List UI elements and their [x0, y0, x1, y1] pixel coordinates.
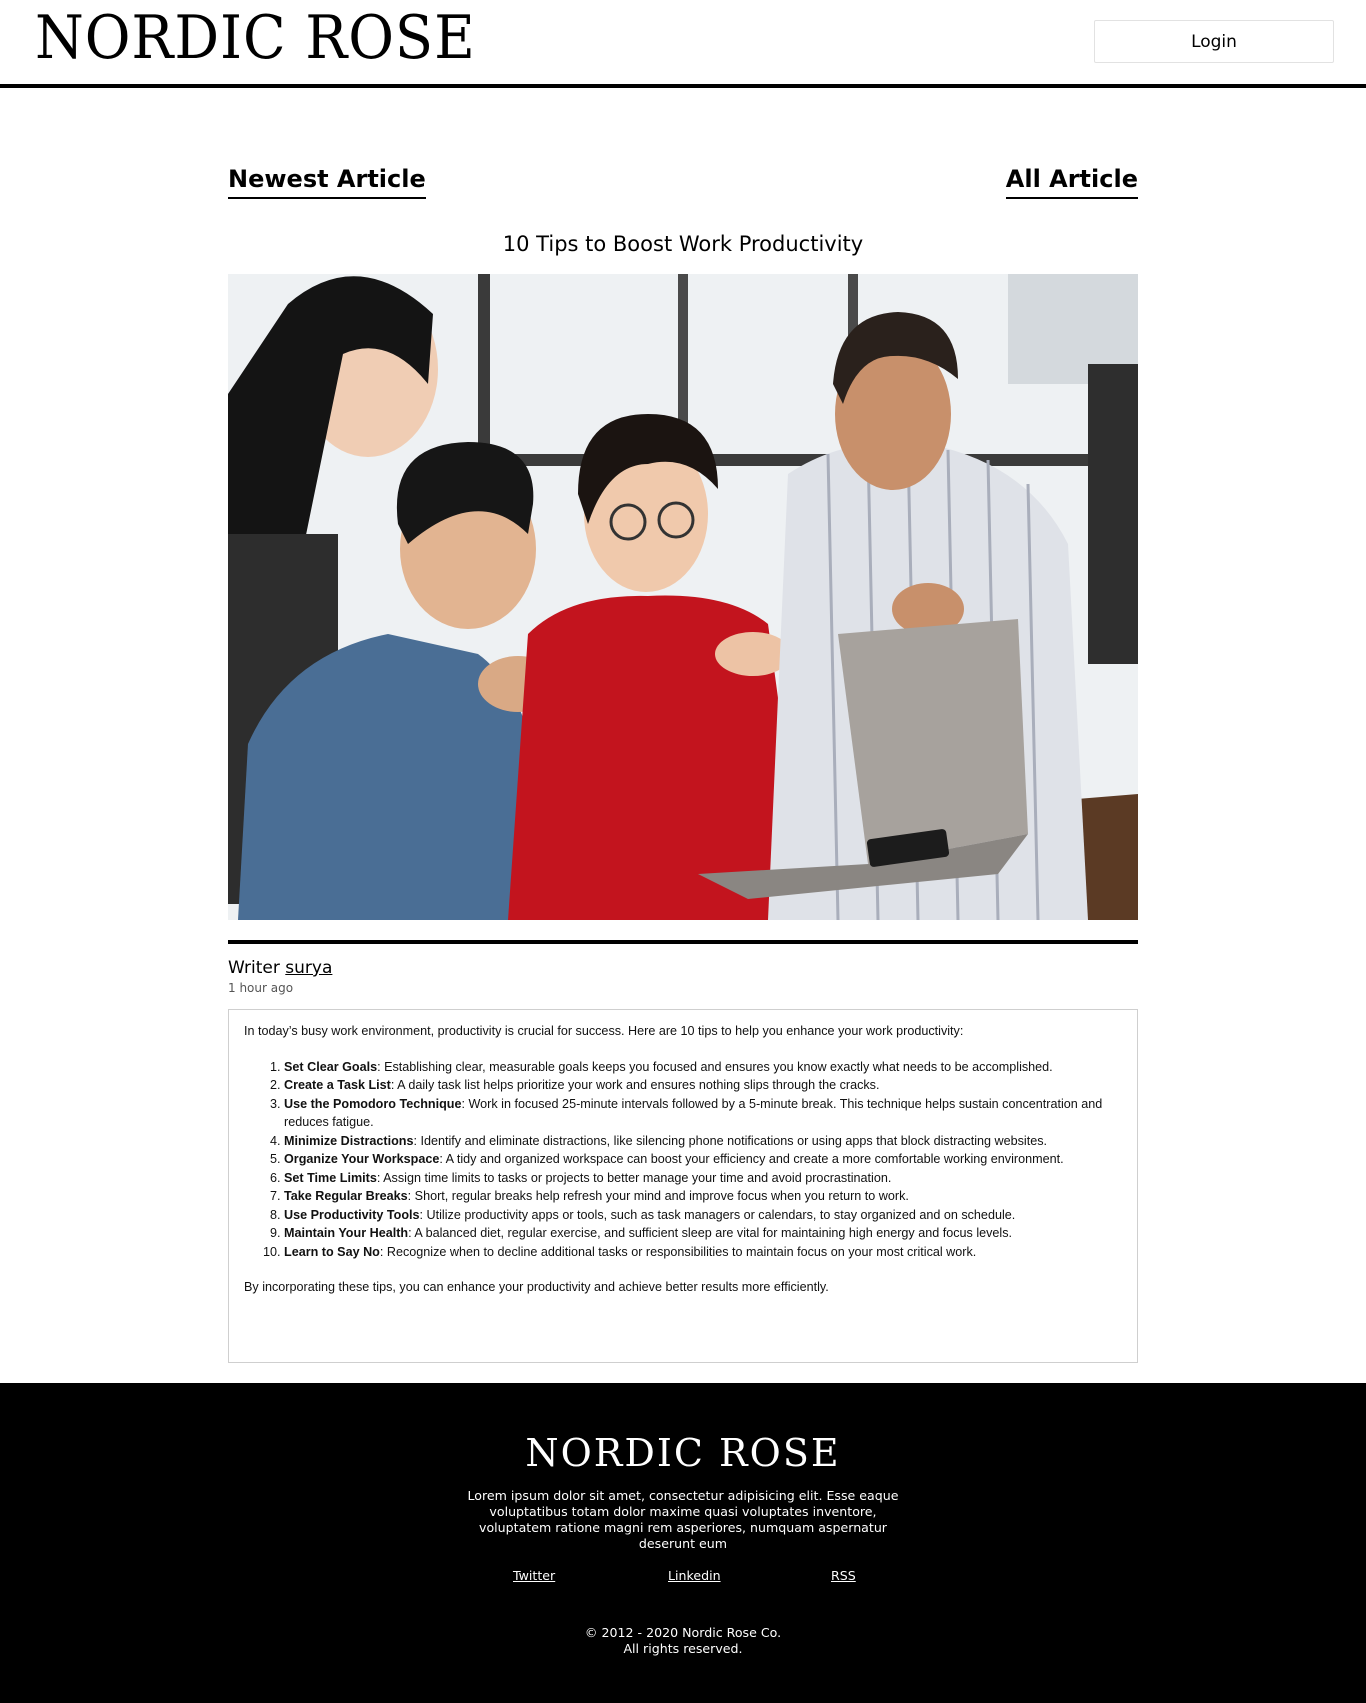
article-intro: In today’s busy work environment, produc…	[244, 1024, 964, 1038]
copyright: © 2012 - 2020 Nordic Rose Co. All rights…	[0, 1625, 1366, 1657]
tip-title: Use the Pomodoro Technique	[284, 1096, 462, 1111]
site-logo[interactable]: NORDIC ROSE	[35, 8, 476, 68]
article-hero-image	[228, 274, 1138, 920]
footer-description: Lorem ipsum dolor sit amet, consectetur …	[467, 1488, 899, 1551]
tip-title: Take Regular Breaks	[284, 1189, 408, 1203]
article-title: 10 Tips to Boost Work Productivity	[502, 232, 864, 256]
tip-title: Set Time Limits	[284, 1170, 377, 1185]
tip-text: : Short, regular breaks help refresh you…	[407, 1189, 909, 1203]
writer-name-link[interactable]: surya	[285, 958, 332, 978]
twitter-link[interactable]: Twitter	[513, 1568, 555, 1584]
tip-title: Maintain Your Health	[284, 1226, 409, 1240]
tip-title: Set Clear Goals	[284, 1059, 378, 1074]
tip-text: : Identify and eliminate distractions, l…	[413, 1133, 1047, 1148]
tip-title: Learn to Say No	[284, 1244, 380, 1259]
writer-line: Writer surya	[228, 956, 332, 980]
tip-text: : A balanced diet, regular exercise, and…	[408, 1226, 1013, 1240]
login-button[interactable]: Login	[1094, 20, 1334, 63]
tip-text: : A daily task list helps prioritize you…	[390, 1078, 880, 1092]
tip-item: Set Time Limits: Assign time limits to t…	[284, 1169, 1122, 1188]
tip-item: Set Clear Goals: Establishing clear, mea…	[284, 1058, 1122, 1077]
writer-label: Writer	[228, 958, 280, 978]
tip-item: Use the Pomodoro Technique: Work in focu…	[284, 1095, 1122, 1132]
tip-text: : A tidy and organized workspace can boo…	[439, 1152, 1064, 1166]
linkedin-link[interactable]: Linkedin	[668, 1568, 721, 1584]
tip-text: : Establishing clear, measurable goals k…	[377, 1059, 1053, 1074]
tip-title: Create a Task List	[284, 1078, 391, 1092]
rights-line: All rights reserved.	[623, 1641, 743, 1656]
article-divider	[228, 940, 1138, 944]
tip-item: Minimize Distractions: Identify and elim…	[284, 1132, 1122, 1151]
tip-item: Organize Your Workspace: A tidy and orga…	[284, 1150, 1122, 1169]
site-footer: NORDIC ROSE Lorem ipsum dolor sit amet, …	[0, 1383, 1366, 1703]
tip-item: Learn to Say No: Recognize when to decli…	[284, 1243, 1122, 1262]
post-time: 1 hour ago	[228, 981, 294, 995]
copyright-line: © 2012 - 2020 Nordic Rose Co.	[584, 1625, 782, 1640]
all-article-link[interactable]: All Article	[1005, 164, 1138, 199]
tip-text: : Assign time limits to tasks or project…	[376, 1170, 892, 1185]
article-outro: By incorporating these tips, you can enh…	[244, 1280, 829, 1294]
tip-item: Use Productivity Tools: Utilize producti…	[284, 1206, 1122, 1225]
article-body: In today’s busy work environment, produc…	[228, 1009, 1138, 1363]
footer-logo: NORDIC ROSE	[525, 1431, 841, 1475]
tip-item: Take Regular Breaks: Short, regular brea…	[284, 1187, 1122, 1206]
tip-title: Use Productivity Tools	[284, 1207, 420, 1222]
tip-item: Create a Task List: A daily task list he…	[284, 1076, 1122, 1095]
tips-list: Set Clear Goals: Establishing clear, mea…	[244, 1058, 1122, 1262]
tip-text: : Utilize productivity apps or tools, su…	[419, 1207, 1016, 1222]
site-header: NORDIC ROSE Login	[0, 0, 1366, 88]
hero-illustration	[228, 274, 1138, 920]
newest-article-heading: Newest Article	[228, 164, 426, 199]
rss-link[interactable]: RSS	[831, 1568, 856, 1584]
tip-title: Minimize Distractions	[284, 1133, 414, 1148]
tip-item: Maintain Your Health: A balanced diet, r…	[284, 1224, 1122, 1243]
tip-text: : Recognize when to decline additional t…	[379, 1244, 977, 1259]
tip-title: Organize Your Workspace	[284, 1152, 440, 1166]
